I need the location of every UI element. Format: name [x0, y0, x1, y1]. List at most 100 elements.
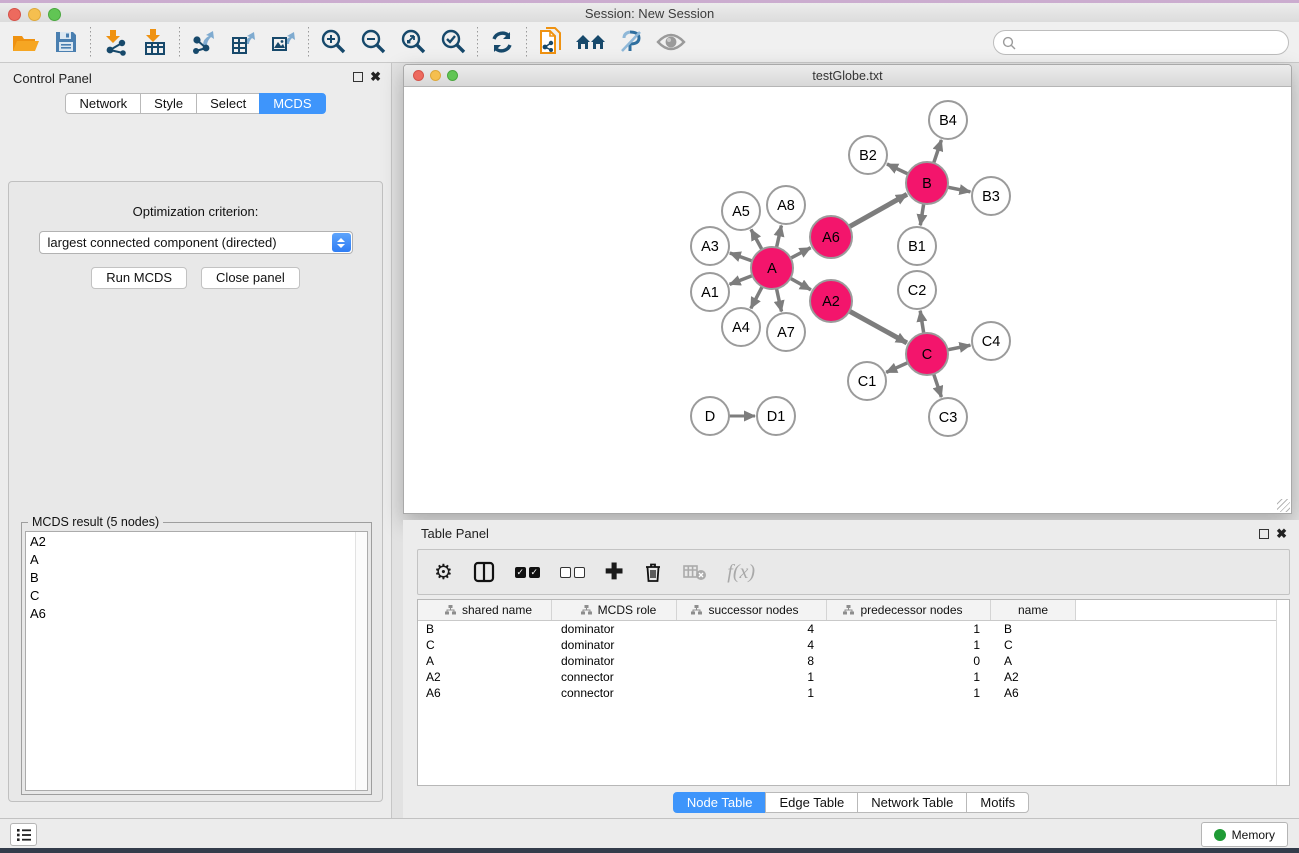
memory-button[interactable]: Memory [1201, 822, 1288, 847]
column-header-successor-nodes[interactable]: successor nodes [677, 600, 827, 620]
node-table: shared name MCDS role [417, 599, 1290, 786]
graph-node-A5[interactable]: A5 [722, 192, 760, 230]
node-label: B2 [859, 148, 877, 164]
mcds-result-title: MCDS result (5 nodes) [28, 515, 163, 529]
add-column-button[interactable]: ✚ [605, 559, 623, 585]
graph-node-D[interactable]: D [691, 397, 729, 435]
graph-node-A3[interactable]: A3 [691, 227, 729, 265]
tab-network[interactable]: Network [65, 93, 141, 114]
close-panel-button[interactable]: Close panel [201, 267, 300, 289]
title-bar: Session: New Session [0, 3, 1299, 22]
list-item[interactable]: C [26, 586, 367, 604]
tab-mcds[interactable]: MCDS [259, 93, 325, 114]
open-session-button[interactable] [6, 25, 46, 59]
graph-node-B[interactable]: B [906, 162, 948, 204]
delete-column-button[interactable] [643, 561, 663, 583]
graph-node-C[interactable]: C [906, 333, 948, 375]
graph-node-A8[interactable]: A8 [767, 186, 805, 224]
graph-node-C2[interactable]: C2 [898, 271, 936, 309]
eye-button[interactable] [651, 25, 691, 59]
optimization-criterion-select[interactable]: largest connected component (directed) [39, 231, 353, 254]
list-item[interactable]: B [26, 568, 367, 586]
table-row[interactable]: C dominator 4 1 C [418, 637, 1289, 653]
import-table-icon [141, 28, 169, 56]
zoom-in-button[interactable] [313, 25, 353, 59]
graph-node-A6[interactable]: A6 [810, 216, 852, 258]
toolbar-separator [526, 27, 527, 57]
toolbar-separator [179, 27, 180, 57]
float-panel-icon[interactable] [353, 72, 363, 82]
unselect-all-columns-button[interactable] [560, 567, 585, 578]
list-item[interactable]: A6 [26, 604, 367, 622]
hierarchy-icon [445, 605, 456, 615]
zoom-out-button[interactable] [353, 25, 393, 59]
column-header-shared-name[interactable]: shared name [418, 600, 552, 620]
export-table-button[interactable] [224, 25, 264, 59]
graph-node-B4[interactable]: B4 [929, 101, 967, 139]
table-panel-tabs: Node Table Edge Table Network Table Moti… [403, 792, 1299, 813]
list-item[interactable]: A [26, 550, 367, 568]
homes-button[interactable] [571, 25, 611, 59]
mcds-result-list[interactable]: A2 A B C A6 [25, 531, 368, 791]
table-scrollbar-track[interactable] [1276, 600, 1289, 785]
show-columns-button[interactable] [473, 561, 495, 583]
clone-network-button[interactable] [531, 25, 571, 59]
node-label: A1 [701, 285, 719, 301]
list-item[interactable]: A2 [26, 532, 367, 550]
graph-node-A1[interactable]: A1 [691, 273, 729, 311]
eye-icon [656, 32, 686, 52]
table-row[interactable]: B dominator 4 1 B [418, 621, 1289, 637]
select-all-columns-button[interactable]: ✓✓ [515, 567, 540, 578]
scrollbar-track[interactable] [355, 532, 367, 790]
import-network-button[interactable] [95, 25, 135, 59]
node-label: A [767, 261, 777, 277]
node-label: B3 [982, 189, 1000, 205]
export-network-button[interactable] [184, 25, 224, 59]
float-panel-icon[interactable] [1259, 529, 1269, 539]
graph-node-A7[interactable]: A7 [767, 313, 805, 351]
search-input[interactable] [1016, 36, 1288, 50]
node-label: D1 [767, 409, 786, 425]
tab-node-table[interactable]: Node Table [673, 792, 767, 813]
table-row[interactable]: A dominator 8 0 A [418, 653, 1289, 669]
graph-node-A2[interactable]: A2 [810, 280, 852, 322]
import-table-button[interactable] [135, 25, 175, 59]
graph-node-B1[interactable]: B1 [898, 227, 936, 265]
tab-edge-table[interactable]: Edge Table [765, 792, 858, 813]
table-row[interactable]: A6 connector 1 1 A6 [418, 685, 1289, 701]
show-panels-button[interactable] [10, 823, 37, 846]
close-panel-icon[interactable]: ✖ [1276, 526, 1287, 542]
graph-node-C1[interactable]: C1 [848, 362, 886, 400]
graph-node-D1[interactable]: D1 [757, 397, 795, 435]
graph-node-C4[interactable]: C4 [972, 322, 1010, 360]
zoom-selected-button[interactable] [433, 25, 473, 59]
graph-node-B3[interactable]: B3 [972, 177, 1010, 215]
network-window-titlebar[interactable]: testGlobe.txt [404, 65, 1291, 87]
search-field[interactable] [993, 30, 1289, 55]
window-resize-grip[interactable] [1277, 499, 1290, 512]
tab-style[interactable]: Style [140, 93, 197, 114]
column-header-mcds-role[interactable]: MCDS role [552, 600, 677, 620]
node-label: B4 [939, 113, 957, 129]
refresh-button[interactable] [482, 25, 522, 59]
tab-motifs[interactable]: Motifs [966, 792, 1029, 813]
hide-details-button[interactable] [611, 25, 651, 59]
graph-node-A[interactable]: A [751, 247, 793, 289]
graph-node-B2[interactable]: B2 [849, 136, 887, 174]
graph-node-C3[interactable]: C3 [929, 398, 967, 436]
column-header-name[interactable]: name [991, 600, 1076, 620]
column-header-predecessor-nodes[interactable]: predecessor nodes [827, 600, 991, 620]
graph-node-A4[interactable]: A4 [722, 308, 760, 346]
close-panel-icon[interactable]: ✖ [370, 69, 381, 85]
run-mcds-button[interactable]: Run MCDS [91, 267, 187, 289]
save-session-button[interactable] [46, 25, 86, 59]
tab-network-table[interactable]: Network Table [857, 792, 967, 813]
zoom-fit-button[interactable] [393, 25, 433, 59]
table-settings-button[interactable]: ⚙ [434, 560, 453, 585]
tab-select[interactable]: Select [196, 93, 260, 114]
export-image-button[interactable] [264, 25, 304, 59]
network-graph-canvas[interactable]: A A1 A2 A3 A4 A5 A6 A7 A8 B B1 B2 B3 B4 C C1 C2 C3 C4 D D1 [404, 87, 1291, 513]
node-label: C3 [939, 410, 958, 426]
table-row[interactable]: A2 connector 1 1 A2 [418, 669, 1289, 685]
toolbar-separator [308, 27, 309, 57]
